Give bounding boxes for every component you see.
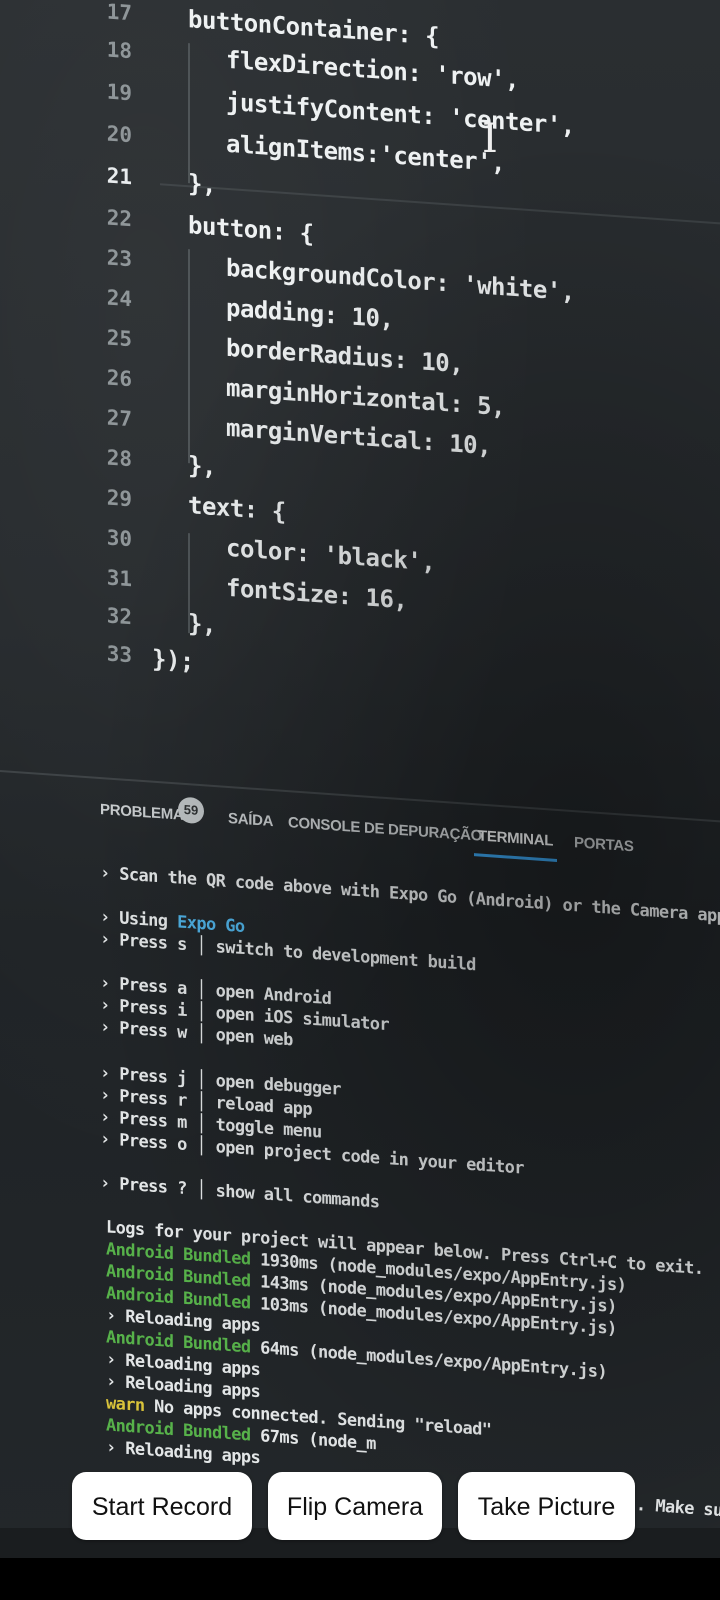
line-number: 32 xyxy=(106,603,132,630)
expo-go-link[interactable]: Expo Go xyxy=(177,912,244,937)
code-text: text: { xyxy=(188,491,286,526)
line-number: 22 xyxy=(106,205,132,232)
line-number: 17 xyxy=(106,0,132,26)
line-number: 19 xyxy=(106,79,132,106)
line-number: 18 xyxy=(106,37,132,64)
code-text: }, xyxy=(188,609,216,640)
line-number: 23 xyxy=(106,245,132,272)
terminal-line: › Press s │ switch to development build xyxy=(100,928,476,976)
line-number: 29 xyxy=(106,485,132,512)
terminal-text: › Using xyxy=(100,906,178,933)
terminal-text: 64ms (node_modules/expo/AppEntry.js) xyxy=(250,1337,608,1383)
flip-camera-button[interactable]: Flip Camera xyxy=(268,1472,442,1540)
tab-ports[interactable]: PORTAS xyxy=(574,834,634,855)
code-text: buttonContainer: { xyxy=(188,5,440,51)
line-number: 27 xyxy=(106,405,132,432)
line-number: 24 xyxy=(106,285,132,312)
camera-preview: 17 buttonContainer: { 18 flexDirection: … xyxy=(0,0,720,1558)
monitor-screen: 17 buttonContainer: { 18 flexDirection: … xyxy=(0,0,720,1558)
terminal-line: › Press ? │ show all commands xyxy=(100,1172,380,1213)
system-navigation-bar xyxy=(0,1558,720,1600)
text-cursor-icon: I xyxy=(482,116,498,162)
line-number: 30 xyxy=(106,525,132,552)
tab-terminal[interactable]: TERMINAL xyxy=(478,827,553,849)
warn-label: warn xyxy=(106,1393,145,1417)
line-number: 25 xyxy=(106,325,132,352)
line-number: 28 xyxy=(106,445,132,472)
line-number: 33 xyxy=(106,641,132,668)
tab-debug-console[interactable]: CONSOLE DE DEPURAÇÃO xyxy=(288,814,482,845)
line-number: 21 xyxy=(106,163,132,190)
line-number: 26 xyxy=(106,365,132,392)
code-text: }, xyxy=(188,169,216,200)
take-picture-button[interactable]: Take Picture xyxy=(458,1472,635,1540)
line-number: 20 xyxy=(106,121,132,148)
code-text: }); xyxy=(152,644,194,676)
start-record-button[interactable]: Start Record xyxy=(72,1472,252,1540)
tab-output[interactable]: SAÍDA xyxy=(228,810,273,830)
code-editor: 17 buttonContainer: { 18 flexDirection: … xyxy=(0,0,720,750)
code-text: }, xyxy=(188,451,216,482)
line-number: 31 xyxy=(106,565,132,592)
